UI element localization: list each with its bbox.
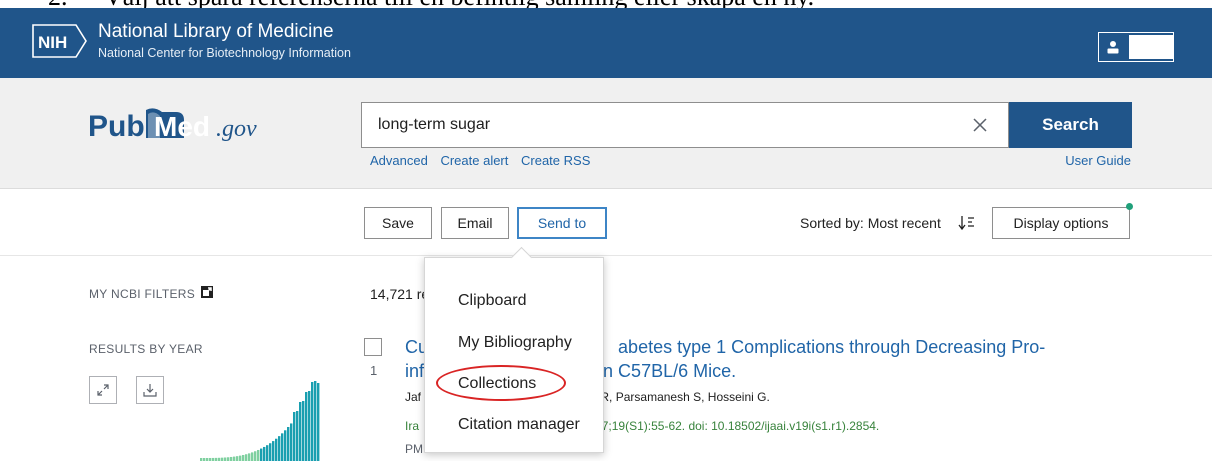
- menu-item-clipboard[interactable]: Clipboard: [458, 292, 526, 310]
- histogram-bar[interactable]: [242, 454, 245, 461]
- email-button[interactable]: Email: [441, 207, 509, 239]
- search-links: Advanced Create alert Create RSS: [370, 153, 599, 168]
- histogram-bar[interactable]: [305, 392, 308, 461]
- results-count: 14,721 re: [370, 286, 430, 302]
- user-icon: [1099, 33, 1127, 61]
- histogram-bar[interactable]: [254, 451, 257, 461]
- document-instruction: 2. Välj att spara referenserna till en b…: [0, 0, 1212, 10]
- histogram-bar[interactable]: [230, 456, 233, 461]
- histogram-bar[interactable]: [293, 412, 296, 461]
- clear-search-button[interactable]: [964, 109, 996, 141]
- histogram-bar[interactable]: [296, 411, 299, 461]
- histogram-bar[interactable]: [308, 391, 311, 461]
- histogram-bar[interactable]: [284, 430, 287, 461]
- result-number: 1: [370, 363, 378, 378]
- send-to-button[interactable]: Send to: [517, 207, 607, 239]
- histogram-bar[interactable]: [239, 455, 242, 461]
- account-name-box: [1129, 35, 1173, 59]
- histogram-bar[interactable]: [302, 401, 305, 461]
- display-options-button[interactable]: Display options: [992, 207, 1130, 239]
- search-input[interactable]: [361, 102, 1009, 148]
- results-by-year-label: RESULTS BY YEAR: [89, 342, 203, 356]
- org-subtitle: National Center for Biotechnology Inform…: [98, 46, 351, 60]
- instruction-text: Välj att spara referenserna till en befi…: [104, 0, 814, 10]
- histogram-bar[interactable]: [266, 445, 269, 461]
- create-alert-link[interactable]: Create alert: [440, 153, 508, 168]
- user-guide-link[interactable]: User Guide: [1065, 153, 1131, 168]
- histogram-bar[interactable]: [233, 456, 236, 461]
- histogram-bar[interactable]: [272, 441, 275, 461]
- histogram-bar[interactable]: [278, 436, 281, 461]
- advanced-link[interactable]: Advanced: [370, 153, 428, 168]
- save-button[interactable]: Save: [364, 207, 432, 239]
- menu-item-citation-manager[interactable]: Citation manager: [458, 416, 580, 434]
- histogram-bar[interactable]: [287, 427, 290, 461]
- histogram-bar[interactable]: [227, 457, 230, 461]
- my-ncbi-filters-label: MY NCBI FILTERS: [89, 287, 196, 301]
- histogram-bar[interactable]: [260, 448, 263, 461]
- account-button[interactable]: [1098, 32, 1174, 62]
- histogram-bar[interactable]: [257, 449, 260, 461]
- org-name[interactable]: National Library of Medicine: [98, 22, 334, 42]
- close-icon: [973, 118, 987, 132]
- external-link-icon[interactable]: [200, 285, 214, 299]
- logo-med-text: Med: [154, 111, 210, 142]
- histogram-bar[interactable]: [269, 443, 272, 461]
- histogram-bar[interactable]: [251, 452, 254, 461]
- histogram-bar[interactable]: [311, 382, 314, 461]
- nih-header: NIH National Library of Medicine Nationa…: [0, 8, 1212, 78]
- search-button[interactable]: Search: [1009, 102, 1132, 148]
- histogram-bar[interactable]: [314, 381, 317, 461]
- display-options-indicator: [1126, 203, 1133, 210]
- sort-label[interactable]: Sorted by: Most recent: [800, 215, 941, 231]
- action-bar: Save Email Send to Sorted by: Most recen…: [0, 189, 1212, 256]
- result-checkbox[interactable]: [364, 338, 382, 356]
- logo-pub-text: Pub: [88, 110, 145, 143]
- histogram-bar[interactable]: [275, 438, 278, 461]
- results-by-year-histogram[interactable]: [200, 374, 330, 461]
- histogram-bar[interactable]: [236, 456, 239, 461]
- expand-chart-button[interactable]: [89, 376, 117, 404]
- download-chart-button[interactable]: [136, 376, 164, 404]
- nih-logo[interactable]: NIH: [32, 24, 88, 58]
- step-number: 2.: [48, 0, 68, 10]
- menu-item-my-bibliography[interactable]: My Bibliography: [458, 334, 572, 352]
- histogram-bar[interactable]: [224, 457, 227, 461]
- nih-logo-text: NIH: [38, 33, 67, 52]
- histogram-bar[interactable]: [245, 454, 248, 461]
- create-rss-link[interactable]: Create RSS: [521, 153, 590, 168]
- sort-descending-icon[interactable]: [957, 213, 977, 233]
- pubmed-logo[interactable]: Pub Med .gov: [88, 104, 288, 148]
- histogram-bar[interactable]: [317, 383, 320, 461]
- send-to-menu: Clipboard My Bibliography Collections Ci…: [424, 257, 604, 453]
- histogram-bar[interactable]: [248, 453, 251, 461]
- expand-icon: [97, 384, 109, 396]
- histogram-bar[interactable]: [299, 402, 302, 461]
- logo-gov-text: .gov: [216, 116, 257, 142]
- histogram-bar[interactable]: [263, 446, 266, 461]
- histogram-bar[interactable]: [290, 423, 293, 461]
- download-icon: [143, 384, 157, 397]
- histogram-bar[interactable]: [281, 433, 284, 461]
- search-area: Pub Med .gov Search Advanced Create aler…: [0, 78, 1212, 189]
- menu-item-collections[interactable]: Collections: [458, 375, 536, 393]
